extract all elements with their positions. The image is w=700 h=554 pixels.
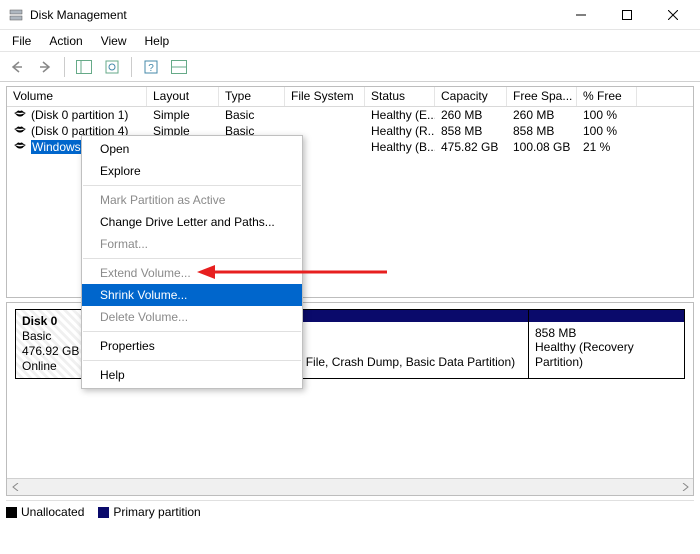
col-percent-free[interactable]: % Free (577, 87, 637, 106)
svg-text:?: ? (148, 63, 154, 74)
swatch-unallocated-icon (6, 507, 17, 518)
toolbar-separator (131, 57, 132, 77)
toolbar-help-button[interactable]: ? (140, 56, 162, 78)
col-status[interactable]: Status (365, 87, 435, 106)
volume-capacity: 858 MB (435, 124, 507, 138)
partition-status: Healthy (Recovery Partition) (535, 340, 678, 369)
volume-status: Healthy (R... (365, 124, 435, 138)
context-help[interactable]: Help (82, 364, 302, 386)
context-menu: Open Explore Mark Partition as Active Ch… (81, 135, 303, 389)
col-layout[interactable]: Layout (147, 87, 219, 106)
context-explore[interactable]: Explore (82, 160, 302, 182)
context-shrink-volume[interactable]: Shrink Volume... (82, 284, 302, 306)
context-format: Format... (82, 233, 302, 255)
volume-status: Healthy (B... (365, 140, 435, 154)
col-capacity[interactable]: Capacity (435, 87, 507, 106)
col-filesystem[interactable]: File System (285, 87, 365, 106)
volume-freespace: 260 MB (507, 108, 577, 122)
legend: Unallocated Primary partition (6, 500, 694, 522)
context-change-drive-letter[interactable]: Change Drive Letter and Paths... (82, 211, 302, 233)
volume-list-pane: Volume Layout Type File System Status Ca… (6, 86, 694, 298)
context-open[interactable]: Open (82, 138, 302, 160)
close-button[interactable] (650, 0, 696, 30)
minimize-button[interactable] (558, 0, 604, 30)
volume-pfree: 21 % (577, 140, 637, 154)
volume-freespace: 858 MB (507, 124, 577, 138)
volume-capacity: 260 MB (435, 108, 507, 122)
legend-primary-partition: Primary partition (98, 505, 200, 519)
title-bar: Disk Management (0, 0, 700, 30)
volume-icon: 🗢 (13, 137, 27, 158)
context-separator (83, 360, 301, 361)
context-delete-volume: Delete Volume... (82, 306, 302, 328)
partition[interactable]: 858 MB Healthy (Recovery Partition) (529, 310, 684, 378)
partition-label2: 858 MB (535, 326, 678, 340)
nav-forward-button[interactable] (34, 56, 56, 78)
window-title: Disk Management (30, 8, 558, 22)
volume-freespace: 100.08 GB (507, 140, 577, 154)
toolbar-separator (64, 57, 65, 77)
scroll-left-button[interactable] (7, 479, 24, 496)
volume-status: Healthy (E... (365, 108, 435, 122)
scroll-track[interactable] (24, 479, 676, 496)
partition-stripe-icon (529, 310, 684, 322)
context-separator (83, 331, 301, 332)
col-freespace[interactable]: Free Spa... (507, 87, 577, 106)
menu-bar: File Action View Help (0, 30, 700, 52)
app-icon (8, 7, 24, 23)
volume-type: Basic (219, 108, 285, 122)
volume-pfree: 100 % (577, 124, 637, 138)
menu-view[interactable]: View (93, 32, 135, 50)
horizontal-scrollbar[interactable] (7, 478, 693, 495)
context-mark-active: Mark Partition as Active (82, 189, 302, 211)
context-separator (83, 258, 301, 259)
nav-back-button[interactable] (6, 56, 28, 78)
menu-action[interactable]: Action (41, 32, 90, 50)
menu-help[interactable]: Help (137, 32, 178, 50)
volume-capacity: 475.82 GB (435, 140, 507, 154)
col-type[interactable]: Type (219, 87, 285, 106)
legend-unallocated: Unallocated (6, 505, 84, 519)
context-separator (83, 185, 301, 186)
volume-pfree: 100 % (577, 108, 637, 122)
menu-file[interactable]: File (4, 32, 39, 50)
volume-layout: Simple (147, 108, 219, 122)
scroll-right-button[interactable] (676, 479, 693, 496)
toolbar-view-button-2[interactable] (168, 56, 190, 78)
toolbar-view-button-1[interactable] (73, 56, 95, 78)
swatch-primary-icon (98, 507, 109, 518)
toolbar-refresh-button[interactable] (101, 56, 123, 78)
context-properties[interactable]: Properties (82, 335, 302, 357)
col-volume[interactable]: Volume (7, 87, 147, 106)
maximize-button[interactable] (604, 0, 650, 30)
toolbar: ? (0, 52, 700, 82)
context-extend-volume: Extend Volume... (82, 262, 302, 284)
